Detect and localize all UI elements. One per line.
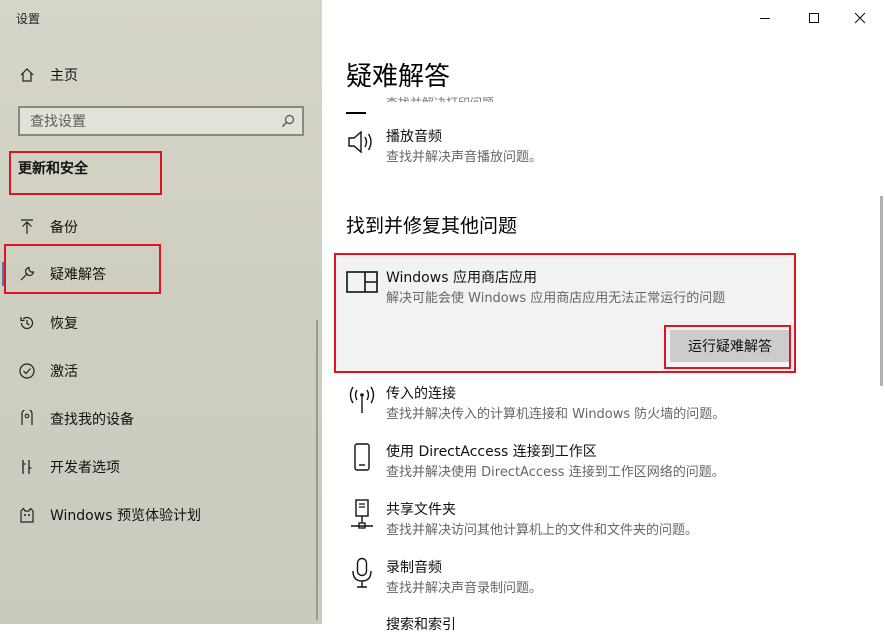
item-title: 使用 DirectAccess 连接到工作区	[386, 444, 597, 460]
search-icon[interactable]	[280, 113, 296, 129]
sidebar-item-recovery[interactable]: 恢复	[0, 303, 322, 343]
item-title: 播放音频	[386, 129, 442, 145]
activation-check-icon	[18, 362, 36, 380]
section-heading: 找到并修复其他问题	[346, 215, 518, 237]
sidebar-item-find-device[interactable]: 查找我的设备	[0, 399, 322, 439]
sidebar-item-backup[interactable]: 备份	[0, 207, 322, 247]
antenna-icon	[346, 383, 378, 415]
insider-cat-icon	[18, 506, 36, 524]
phone-device-icon	[346, 441, 378, 473]
speaker-icon	[346, 126, 378, 158]
item-title: 共享文件夹	[386, 502, 456, 518]
app-title: 设置	[16, 12, 41, 26]
sidebar-scrollbar[interactable]	[316, 320, 318, 620]
maximize-button[interactable]	[791, 6, 837, 30]
item-description: 查找并解决访问其他计算机上的文件和文件夹的问题。	[386, 523, 699, 538]
sidebar-item-label: 开发者选项	[50, 460, 120, 476]
highlight-box-section	[9, 151, 162, 195]
highlight-box-troubleshoot	[4, 244, 161, 294]
item-description: 查找并解决使用 DirectAccess 连接到工作区网络的问题。	[386, 465, 725, 480]
sidebar-item-label: 恢复	[50, 316, 78, 332]
backup-arrow-icon	[18, 218, 36, 236]
sidebar-item-label: 主页	[50, 68, 78, 84]
minimize-button[interactable]	[742, 6, 788, 30]
item-title: 传入的连接	[386, 386, 456, 402]
item-title-partial[interactable]: 搜索和索引	[386, 614, 456, 634]
close-button[interactable]	[837, 6, 883, 30]
sidebar-item-label: 激活	[50, 364, 78, 380]
item-description: 查找并解决传入的计算机连接和 Windows 防火墙的问题。	[386, 407, 726, 422]
sidebar-item-activation[interactable]: 激活	[0, 351, 322, 391]
find-device-icon	[18, 410, 36, 428]
sidebar-item-label: 备份	[50, 220, 78, 236]
sidebar-item-label: 查找我的设备	[50, 412, 134, 428]
sidebar-item-insider[interactable]: Windows 预览体验计划	[0, 495, 322, 535]
developer-tools-icon	[18, 458, 36, 476]
item-description: 查找并解决声音播放问题。	[386, 150, 543, 165]
partial-icon-line	[346, 112, 366, 114]
main-scrollbar[interactable]	[880, 196, 883, 386]
item-description: 查找并解决声音录制问题。	[386, 581, 543, 596]
search-input[interactable]	[28, 111, 272, 133]
network-share-icon	[346, 499, 378, 531]
sidebar-item-developer[interactable]: 开发者选项	[0, 447, 322, 487]
home-icon	[18, 66, 36, 84]
sidebar: 设置 主页 更新和安全 备份 疑难解答 恢复 激活	[0, 0, 322, 624]
search-box[interactable]	[18, 106, 304, 136]
item-description-partial: 查找并解决打印问题。	[386, 90, 506, 102]
sidebar-item-home[interactable]: 主页	[0, 55, 322, 95]
sidebar-item-label: Windows 预览体验计划	[50, 508, 201, 524]
item-title: 录制音频	[386, 560, 442, 576]
recovery-icon	[18, 314, 36, 332]
microphone-icon	[346, 557, 378, 589]
page-title: 疑难解答	[346, 62, 451, 92]
highlight-box-run-button	[664, 325, 791, 369]
